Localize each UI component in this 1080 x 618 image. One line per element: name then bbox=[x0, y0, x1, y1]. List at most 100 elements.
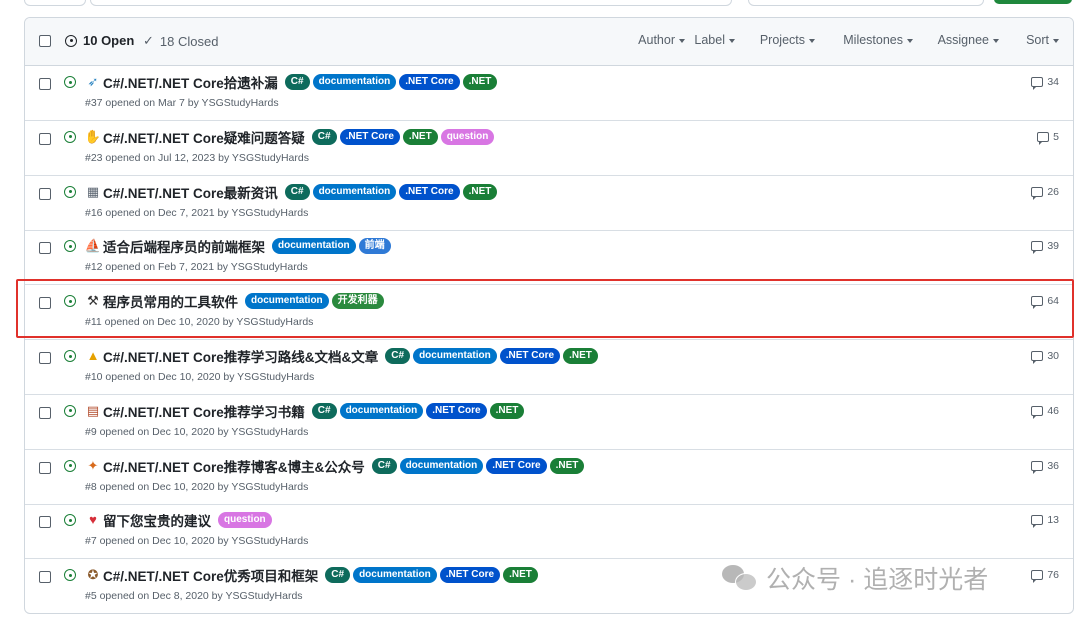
watermark: 公众号 · 追逐时光者 bbox=[722, 560, 988, 596]
issue-title-link[interactable]: C#/.NET/.NET Core优秀项目和框架 bbox=[103, 565, 318, 585]
issue-label[interactable]: .NET Core bbox=[426, 402, 487, 419]
comment-count: 76 bbox=[1047, 569, 1059, 582]
issue-title-link[interactable]: C#/.NET/.NET Core推荐学习路线&文档&文章 bbox=[103, 346, 378, 366]
label-filter[interactable]: Label bbox=[694, 33, 735, 47]
select-all-checkbox[interactable] bbox=[39, 35, 51, 47]
issue-checkbox[interactable] bbox=[39, 78, 51, 90]
comment-icon bbox=[1031, 351, 1044, 364]
projects-filter[interactable]: Projects bbox=[760, 33, 815, 47]
closed-count-label: 18 Closed bbox=[159, 33, 219, 49]
sort-filter[interactable]: Sort bbox=[1026, 33, 1059, 47]
issue-row[interactable]: ▲ C#/.NET/.NET Core推荐学习路线&文档&文章 C# document… bbox=[25, 340, 1073, 395]
issue-label[interactable]: .NET bbox=[563, 348, 598, 364]
assignee-filter-label: Assignee bbox=[937, 33, 989, 47]
issue-checkbox[interactable] bbox=[39, 352, 51, 364]
issue-title-link[interactable]: C#/.NET/.NET Core推荐博客&博主&公众号 bbox=[103, 456, 365, 476]
issue-title-link[interactable]: C#/.NET/.NET Core疑难问题答疑 bbox=[103, 127, 305, 147]
issue-label[interactable]: .NET bbox=[503, 567, 538, 584]
top-toolbar bbox=[0, 0, 1080, 8]
comments-link[interactable]: 46 bbox=[1031, 405, 1059, 419]
issue-label[interactable]: .NET bbox=[402, 128, 438, 145]
issue-meta: #12 opened on Feb 7, 2021 by YSGStudyHar… bbox=[85, 261, 308, 274]
comments-link[interactable]: 36 bbox=[1031, 460, 1059, 474]
calendar-icon: ▦ bbox=[86, 183, 100, 199]
issue-label[interactable]: 前端 bbox=[358, 238, 391, 255]
issue-label[interactable]: .NET Core bbox=[499, 348, 561, 364]
issue-opened-icon bbox=[64, 350, 76, 362]
issue-label[interactable]: .NET Core bbox=[439, 567, 501, 584]
assignee-filter[interactable]: Assignee bbox=[938, 33, 999, 47]
issue-title-link[interactable]: C#/.NET/.NET Core拾遗补漏 bbox=[103, 72, 278, 92]
issue-label[interactable]: .NET Core bbox=[399, 74, 460, 90]
issue-label[interactable]: .NET Core bbox=[486, 457, 547, 474]
issue-label[interactable]: documentation bbox=[339, 402, 424, 419]
comments-link[interactable]: 76 bbox=[1031, 569, 1059, 584]
issue-label[interactable]: C# bbox=[311, 402, 337, 419]
milestones-filter[interactable]: Milestones bbox=[843, 33, 913, 47]
issue-label[interactable]: documentation bbox=[399, 457, 484, 474]
issue-label[interactable]: documentation bbox=[413, 348, 497, 364]
issue-opened-icon bbox=[64, 130, 76, 143]
new-issue-button[interactable] bbox=[994, 0, 1072, 4]
issue-title-link[interactable]: C#/.NET/.NET Core推荐学习书籍 bbox=[103, 401, 305, 421]
issue-label[interactable]: documentation bbox=[312, 74, 397, 90]
issue-row[interactable]: ⛵ 适合后端程序员的前端框架 documentation 前端 #12 opened o… bbox=[25, 230, 1073, 286]
issue-meta: #10 opened on Dec 10, 2020 by YSGStudyHa… bbox=[85, 371, 315, 383]
issue-title-link[interactable]: C#/.NET/.NET Core最新资讯 bbox=[103, 182, 278, 202]
issue-label[interactable]: .NET bbox=[489, 402, 525, 419]
issue-row[interactable]: ✋ C#/.NET/.NET Core疑难问题答疑 C# .NET Core .NET q… bbox=[25, 121, 1073, 176]
issue-title-link[interactable]: 留下您宝贵的建议 bbox=[103, 510, 211, 530]
open-issues-tab[interactable]: 10 Open bbox=[65, 33, 134, 48]
issue-opened-icon bbox=[64, 185, 76, 198]
issue-label[interactable]: C# bbox=[311, 128, 337, 145]
issue-label[interactable]: question bbox=[440, 128, 495, 145]
issue-checkbox[interactable] bbox=[39, 132, 51, 145]
issue-label[interactable]: C# bbox=[284, 183, 310, 200]
issue-checkbox[interactable] bbox=[39, 242, 51, 255]
issue-label[interactable]: question bbox=[218, 512, 272, 529]
labels-milestones-group[interactable] bbox=[748, 0, 984, 6]
comments-link[interactable]: 34 bbox=[1031, 76, 1059, 90]
issue-label[interactable]: documentation bbox=[245, 293, 329, 310]
issue-title-link[interactable]: 适合后端程序员的前端框架 bbox=[103, 236, 265, 256]
issue-checkbox[interactable] bbox=[39, 571, 51, 584]
chevron-down-icon bbox=[907, 38, 913, 43]
issue-label[interactable]: .NET bbox=[462, 74, 498, 90]
closed-issues-tab[interactable]: ✓ 18 Closed bbox=[143, 33, 218, 49]
issue-label[interactable]: 开发利器 bbox=[331, 293, 384, 310]
filters-button[interactable] bbox=[24, 0, 86, 6]
issue-row[interactable]: ➶ C#/.NET/.NET Core拾遗补漏 C# documentation .NE… bbox=[25, 66, 1073, 121]
issue-checkbox[interactable] bbox=[39, 406, 51, 419]
issue-label[interactable]: C# bbox=[284, 74, 310, 90]
issue-row[interactable]: ♥ 留下您宝贵的建议 question #7 opened on Dec 10, 20… bbox=[25, 504, 1073, 560]
issue-checkbox[interactable] bbox=[39, 516, 51, 529]
issue-label[interactable]: C# bbox=[371, 457, 397, 474]
issue-checkbox[interactable] bbox=[39, 187, 51, 200]
issue-row[interactable]: ▦ C#/.NET/.NET Core最新资讯 C# documentation .NE… bbox=[25, 176, 1073, 231]
comments-link[interactable]: 30 bbox=[1031, 350, 1059, 364]
comments-link[interactable]: 5 bbox=[1037, 131, 1059, 145]
issue-label[interactable]: .NET Core bbox=[339, 128, 400, 145]
issue-row[interactable]: ✦ C#/.NET/.NET Core推荐博客&博主&公众号 C# documenta… bbox=[25, 450, 1073, 505]
search-input[interactable] bbox=[90, 0, 732, 6]
issue-label[interactable]: documentation bbox=[312, 183, 397, 200]
issue-row[interactable]: ▤ C#/.NET/.NET Core推荐学习书籍 C# documentation.… bbox=[25, 395, 1073, 450]
author-filter[interactable]: Author bbox=[638, 33, 685, 47]
issue-title-line: ✋ C#/.NET/.NET Core疑难问题答疑 C# .NET Core .NET q… bbox=[85, 127, 495, 147]
issue-checkbox[interactable] bbox=[39, 461, 51, 474]
issue-title-link[interactable]: 程序员常用的工具软件 bbox=[103, 291, 238, 311]
comments-link[interactable]: 26 bbox=[1031, 186, 1059, 200]
issue-row[interactable]: ⚒ 程序员常用的工具软件 documentation 开发利器 #11 opened o… bbox=[25, 285, 1073, 341]
issue-label[interactable]: C# bbox=[325, 567, 351, 584]
comments-link[interactable]: 64 bbox=[1031, 295, 1059, 310]
issue-label[interactable]: documentation bbox=[272, 238, 356, 255]
issue-label[interactable]: documentation bbox=[353, 567, 437, 584]
issue-label[interactable]: .NET Core bbox=[399, 183, 460, 200]
issue-checkbox[interactable] bbox=[39, 297, 51, 310]
comments-link[interactable]: 39 bbox=[1031, 240, 1059, 255]
issue-label[interactable]: .NET bbox=[462, 183, 498, 200]
issue-opened-icon bbox=[64, 240, 76, 253]
comments-link[interactable]: 13 bbox=[1031, 514, 1059, 529]
issue-label[interactable]: C# bbox=[385, 348, 411, 364]
issue-label[interactable]: .NET bbox=[549, 457, 585, 474]
